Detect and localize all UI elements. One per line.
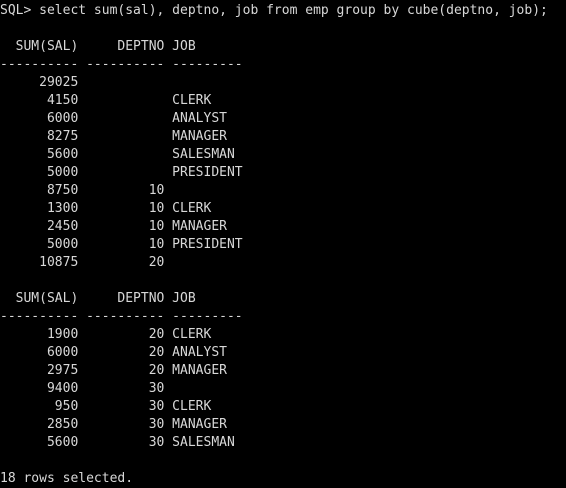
- result-row: 1900 20 CLERK: [0, 327, 212, 342]
- result-row: 8275 MANAGER: [0, 129, 227, 144]
- result-row: 5000 PRESIDENT: [0, 165, 243, 180]
- result-row: 9400 30: [0, 381, 165, 396]
- result-row: 5600 SALESMAN: [0, 147, 235, 162]
- result-row: 29025: [0, 75, 79, 90]
- result-header-2: SUM(SAL) DEPTNO JOB: [0, 291, 196, 306]
- result-row: 2975 20 MANAGER: [0, 363, 227, 378]
- sql-prompt-command: SQL> select sum(sal), deptno, job from e…: [0, 3, 548, 18]
- result-row: 1300 10 CLERK: [0, 201, 212, 216]
- result-separator-1: ---------- ---------- ---------: [0, 57, 243, 72]
- rows-selected-message: 18 rows selected.: [0, 471, 134, 486]
- terminal-window[interactable]: SQL> select sum(sal), deptno, job from e…: [0, 0, 566, 488]
- result-row: 5600 30 SALESMAN: [0, 435, 235, 450]
- result-row: 2850 30 MANAGER: [0, 417, 227, 432]
- result-row: 950 30 CLERK: [0, 399, 212, 414]
- result-row: 5000 10 PRESIDENT: [0, 237, 243, 252]
- result-row: 8750 10: [0, 183, 165, 198]
- result-row: 4150 CLERK: [0, 93, 212, 108]
- result-row: 10875 20: [0, 255, 165, 270]
- result-header-1: SUM(SAL) DEPTNO JOB: [0, 39, 196, 54]
- result-separator-2: ---------- ---------- ---------: [0, 309, 243, 324]
- result-row: 6000 ANALYST: [0, 111, 227, 126]
- result-row: 2450 10 MANAGER: [0, 219, 227, 234]
- result-row: 6000 20 ANALYST: [0, 345, 227, 360]
